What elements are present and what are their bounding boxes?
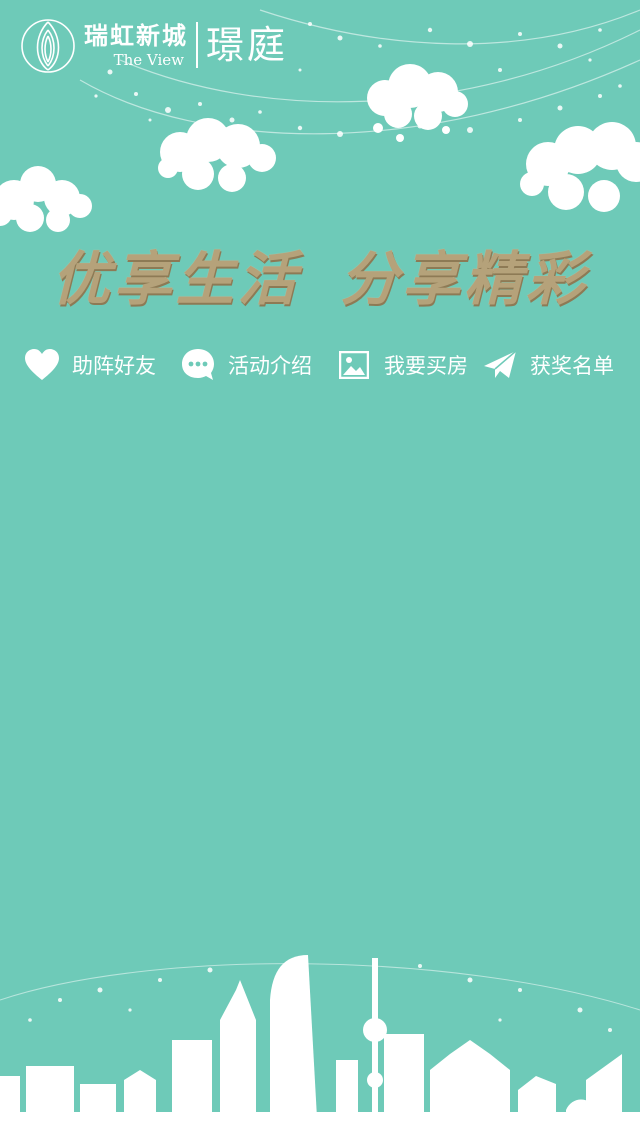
nav-item-invite-friends[interactable]: 助阵好友 — [22, 338, 156, 392]
brand-divider — [196, 22, 198, 68]
brand-header: 瑞虹新城 The View 璟庭 — [20, 14, 288, 76]
chat-bubble-icon — [178, 345, 218, 385]
heart-icon — [22, 345, 62, 385]
cloud-left-edge — [0, 166, 92, 232]
city-skyline — [0, 955, 640, 1136]
cloud-top-center — [367, 64, 468, 142]
nav-label: 获奖名单 — [530, 354, 614, 378]
nav-item-winners-list[interactable]: 获奖名单 — [480, 338, 614, 392]
main-nav: 助阵好友 活动介绍 我要买房 获奖名单 — [0, 338, 640, 392]
nav-label: 助阵好友 — [72, 354, 156, 378]
image-icon — [334, 345, 374, 385]
brand-name-block: 瑞虹新城 The View — [84, 21, 188, 69]
brand-name-en: The View — [113, 51, 184, 69]
nav-item-event-intro[interactable]: 活动介绍 — [178, 338, 312, 392]
brand-sub-name: 璟庭 — [206, 23, 289, 67]
brand-logo-icon — [21, 19, 75, 73]
nav-item-buy-house[interactable]: 我要买房 — [334, 338, 468, 392]
background-decoration — [0, 9, 640, 1136]
cloud-right — [520, 122, 640, 212]
paper-plane-icon — [480, 345, 520, 385]
nav-label: 我要买房 — [384, 354, 468, 378]
slogan-title: 优享生活 分享精彩 — [51, 245, 589, 313]
nav-label: 活动介绍 — [228, 354, 312, 378]
cloud-left-middle — [158, 118, 276, 192]
brand-name-cn: 瑞虹新城 — [84, 21, 188, 50]
clouds — [0, 64, 640, 232]
